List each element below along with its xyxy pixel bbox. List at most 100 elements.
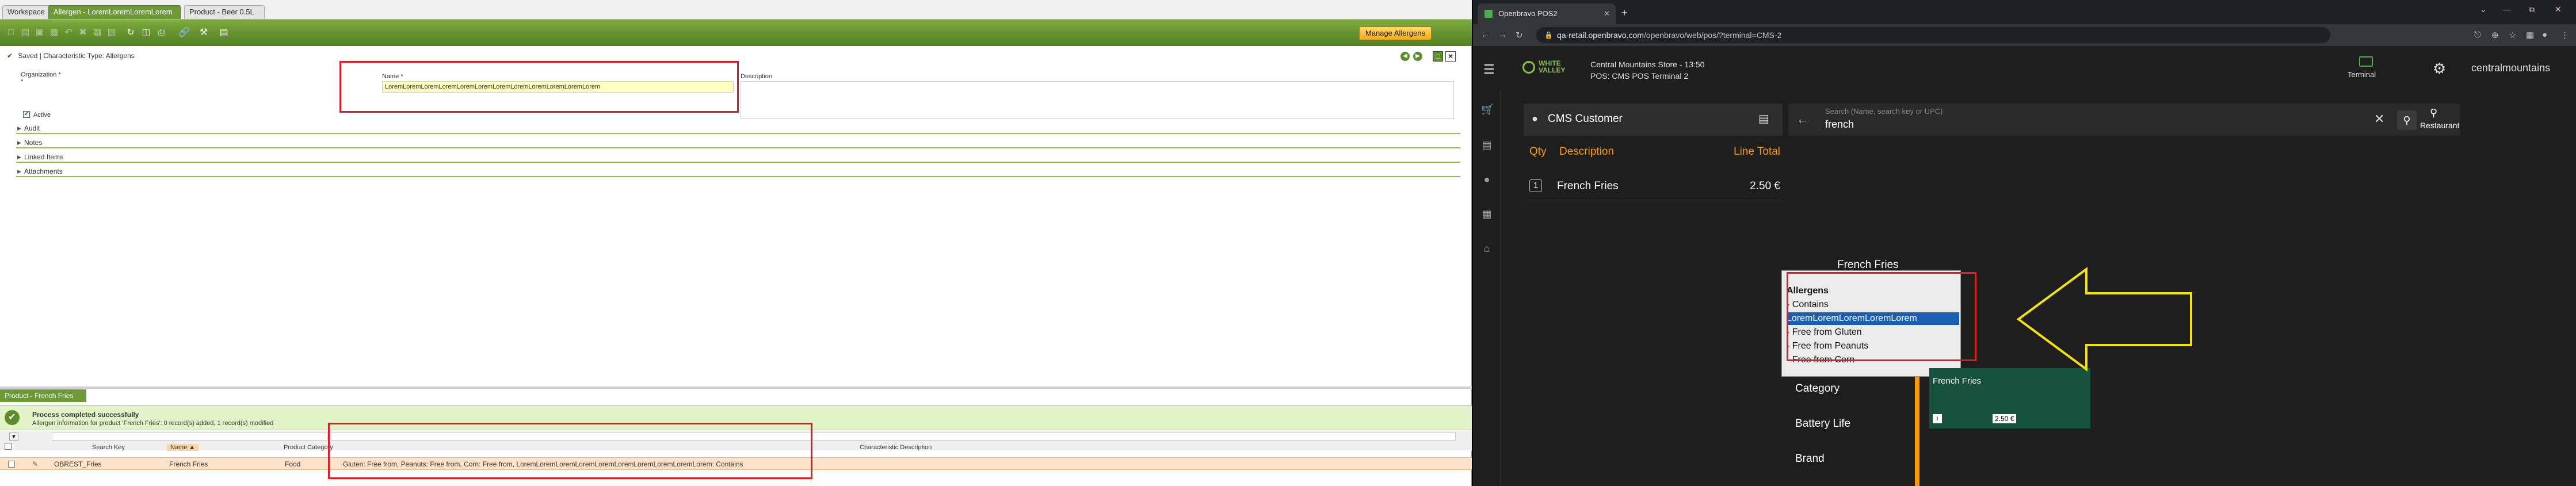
browser-tabstrip: Openbravo POS2 ✕ + ⌄ — ⧉ ✕ — [1473, 0, 2576, 24]
profile-icon[interactable]: ● — [2542, 30, 2547, 40]
close-form-icon[interactable]: ✕ — [1445, 51, 1456, 62]
settings-icon[interactable]: ⚙ — [2433, 60, 2446, 78]
category-brand[interactable]: Brand — [1788, 441, 1912, 477]
person-icon: ● — [1532, 113, 1538, 124]
search-input[interactable]: french — [1825, 118, 1854, 131]
url-host: qa-retail.openbravo.com — [1557, 30, 1644, 40]
highlight-grid-box — [328, 423, 812, 479]
section-linked-items[interactable]: ▶ Linked Items — [16, 151, 1460, 163]
form-view-icon[interactable]: ▦ — [92, 28, 102, 38]
saved-label: Saved — [18, 52, 38, 60]
product-card-price: 2.50 € — [1993, 414, 2017, 423]
customer-icon[interactable]: ● — [1481, 174, 1493, 185]
refresh-icon[interactable]: ↻ — [125, 28, 136, 38]
row-checkbox[interactable] — [8, 461, 15, 468]
close-window-icon[interactable]: ✕ — [2555, 5, 2562, 14]
restore-icon[interactable]: ⧉ — [2529, 5, 2535, 14]
browser-menu-icon[interactable]: ⋮ — [2560, 30, 2569, 40]
section-audit[interactable]: ▶ Audit — [16, 123, 1460, 134]
tab-workspace[interactable]: Workspace — [2, 5, 50, 19]
section-notes[interactable]: ▶ Notes — [16, 137, 1460, 148]
line-total-header: Line Total — [1734, 146, 1780, 158]
pos-sidebar: 🛒 ▤ ● ▦ ⌂ — [1473, 91, 1501, 486]
product-card[interactable]: French Fries i 2.50 € — [1929, 368, 2090, 428]
browser-tab[interactable]: Openbravo POS2 ✕ — [1478, 3, 1616, 24]
tab-product-beer[interactable]: Product - Beer 0.5L — [184, 5, 265, 19]
lock-icon[interactable]: 🔒 — [1544, 27, 1553, 43]
undo-icon[interactable]: ↶ — [63, 28, 74, 38]
section-attachments[interactable]: ▶ Attachments — [16, 166, 1460, 177]
select-all-checkbox[interactable] — [5, 443, 12, 450]
cell-search-key: OBREST_Fries — [54, 460, 102, 468]
new-row-icon[interactable]: ▤ — [20, 28, 30, 38]
brand-line2: VALLEY — [1539, 66, 1566, 74]
category-button[interactable]: Category — [1788, 371, 1912, 407]
user-name[interactable]: centralmountains — [2471, 62, 2550, 74]
active-checkbox[interactable]: ✔ — [23, 111, 30, 118]
print-icon[interactable]: ⎙ — [157, 28, 167, 38]
section-linked-items-label: Linked Items — [24, 153, 64, 161]
header-search-key[interactable]: Search Key — [92, 444, 125, 451]
document-icon[interactable]: ▤ — [219, 28, 229, 38]
restaurant-label[interactable]: Restaurant — [2420, 121, 2459, 130]
header-characteristic-description[interactable]: Characteristic Description — [860, 444, 932, 451]
previous-record-icon[interactable]: ◀ — [1400, 52, 1410, 61]
category-battery-life[interactable]: Battery Life — [1788, 406, 1912, 442]
result-title: French Fries — [1837, 259, 1899, 271]
search-button[interactable]: ⚲ — [2397, 110, 2417, 130]
cash-register-icon[interactable]: ▦ — [1481, 208, 1493, 220]
info-icon[interactable]: i — [1933, 414, 1942, 423]
section-notes-label: Notes — [24, 139, 43, 147]
extensions-icon[interactable]: ▦ — [2526, 30, 2534, 40]
tab-allergen[interactable]: Allergen - LoremLoremLoremLorem — [48, 5, 181, 19]
pos-terminal-info: POS: CMS POS Terminal 2 — [1590, 71, 1689, 81]
workspace-tabstrip: Workspace Allergen - LoremLoremLoremLore… — [0, 0, 1472, 20]
browser-tab-title: Openbravo POS2 — [1498, 9, 1558, 18]
line-total: 2.50 € — [1750, 180, 1780, 192]
link-icon[interactable]: 🔗 — [178, 28, 190, 38]
cart-icon[interactable]: 🛒 — [1481, 104, 1494, 115]
grid-filter-icon[interactable]: ▼ — [9, 433, 18, 441]
new-tab-icon[interactable]: + — [1621, 7, 1628, 19]
customer-bar[interactable]: ● CMS Customer ▤ — [1524, 104, 1783, 136]
forward-icon[interactable]: → — [1498, 30, 1507, 40]
ticket-line[interactable]: 1 French Fries 2.50 € — [1524, 171, 1783, 201]
row-edit-icon[interactable]: ✎ — [32, 460, 38, 468]
reload-icon[interactable]: ↻ — [1516, 30, 1523, 40]
delete-icon[interactable]: ✖ — [78, 28, 88, 38]
splitter[interactable] — [0, 386, 1472, 389]
back-icon[interactable]: ← — [1481, 30, 1490, 40]
next-record-icon[interactable]: ▶ — [1413, 52, 1422, 61]
receipt-options-icon[interactable]: ▤ — [1758, 112, 1769, 126]
store-icon[interactable]: ⌂ — [1481, 243, 1493, 254]
tab-search-icon[interactable]: ⌄ — [2480, 5, 2487, 14]
grid-view-icon[interactable]: ▧ — [106, 28, 117, 38]
new-document-icon[interactable]: □ — [6, 28, 16, 38]
zoom-icon[interactable]: ⊕ — [2491, 30, 2499, 40]
export-icon[interactable]: ◫ — [141, 28, 151, 38]
hamburger-menu-icon[interactable]: ☰ — [1483, 62, 1495, 77]
minimize-icon[interactable]: — — [2503, 5, 2511, 14]
maximize-icon[interactable]: □ — [1433, 51, 1443, 62]
terminal-icon[interactable] — [2359, 56, 2373, 67]
description-field[interactable] — [741, 81, 1454, 119]
bookmark-icon[interactable]: ☆ — [2509, 30, 2516, 40]
header-name[interactable]: Name ▲ — [167, 444, 199, 451]
pos-header: ☰ WHITE VALLEY Central Mountains Store -… — [1473, 46, 2576, 91]
manage-allergens-button[interactable]: Manage Allergens — [1358, 26, 1432, 40]
close-tab-icon[interactable]: ✕ — [1604, 3, 1610, 24]
tab-product-french-fries[interactable]: Product - French Fries — [0, 389, 86, 402]
filter-search-key[interactable] — [52, 433, 328, 441]
back-arrow-icon[interactable]: ← — [1796, 112, 1809, 127]
url-field[interactable]: 🔒 qa-retail.openbravo.com/openbravo/web/… — [1536, 27, 2330, 43]
tools-icon[interactable]: ⚒ — [199, 28, 209, 38]
clear-search-icon[interactable]: ✕ — [2374, 112, 2384, 127]
share-icon[interactable]: ⎋ — [2474, 30, 2481, 40]
save-close-icon[interactable]: ▩ — [49, 28, 59, 38]
process-detail: Allergen information for product 'French… — [32, 420, 274, 427]
organization-field[interactable]: * — [21, 78, 23, 85]
location-icon[interactable]: ⚲ — [2430, 107, 2437, 119]
receipts-icon[interactable]: ▤ — [1481, 139, 1493, 151]
save-icon[interactable]: ▣ — [35, 28, 45, 38]
header-product-category[interactable]: Product Category — [284, 444, 333, 451]
